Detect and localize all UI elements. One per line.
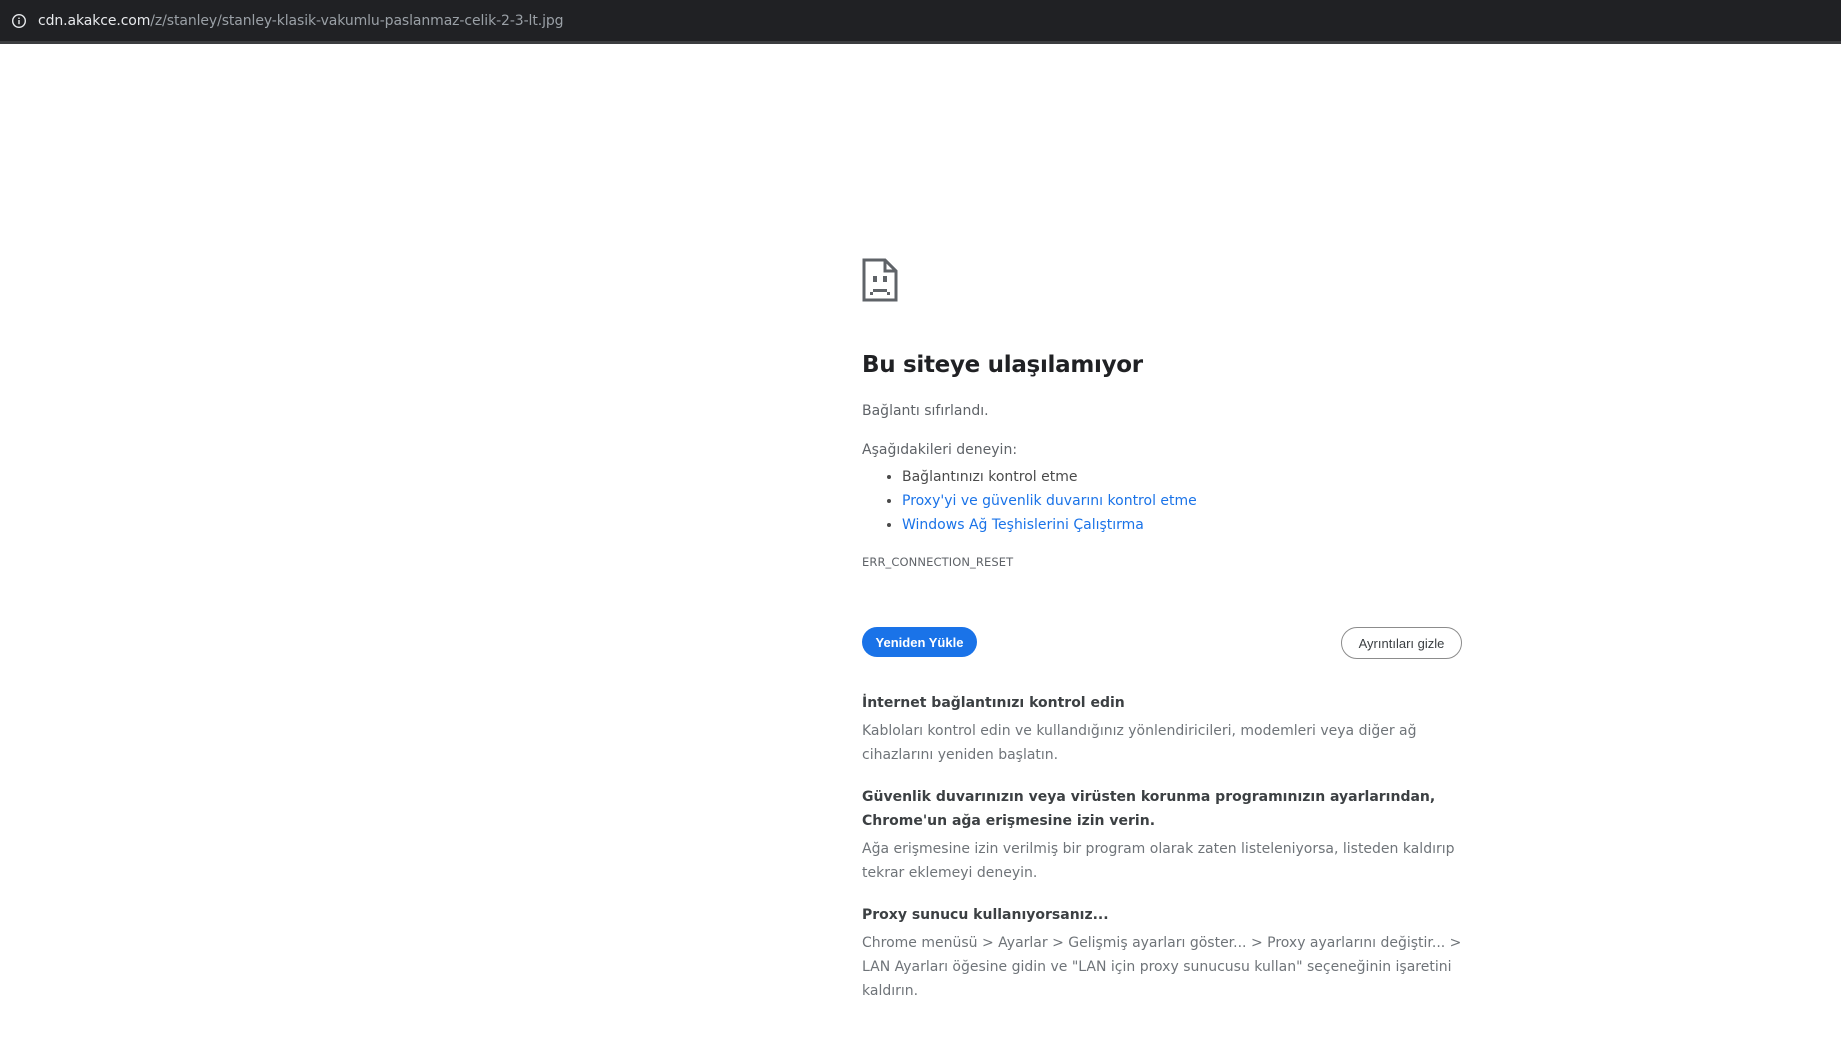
suggestions-heading: Aşağıdakileri deneyin: [862,442,1018,458]
page-title: Bu siteye ulaşılamıyor [862,352,1143,378]
details-section: İnternet bağlantınızı kontrol edin Kablo… [862,691,1462,1003]
url-path: /z/stanley/stanley-klasik-vakumlu-paslan… [150,12,564,29]
button-row: Yeniden Yükle Ayrıntıları gizle [862,627,1462,659]
suggestion-check-connection: Bağlantınızı kontrol etme [902,469,1078,485]
url-text[interactable]: cdn.akakce.com/z/stanley/stanley-klasik-… [38,12,564,29]
suggestion-item: Bağlantınızı kontrol etme [902,465,1462,489]
error-page: Bu siteye ulaşılamıyor Bağlantı sıfırlan… [862,258,1462,1003]
detail-block: Güvenlik duvarınızın veya virüsten korun… [862,785,1462,885]
detail-text: Chrome menüsü > Ayarlar > Gelişmiş ayarl… [862,935,1462,999]
suggestion-link-proxy-firewall[interactable]: Proxy'yi ve güvenlik duvarını kontrol et… [902,493,1197,509]
detail-text: Ağa erişmesine izin verilmiş bir program… [862,841,1455,881]
error-reason: Bağlantı sıfırlandı. [862,403,989,419]
hide-details-button[interactable]: Ayrıntıları gizle [1341,627,1462,659]
detail-title: Proxy sunucu kullanıyorsanız... [862,907,1109,923]
info-circle-icon[interactable] [0,1,38,41]
detail-block: İnternet bağlantınızı kontrol edin Kablo… [862,691,1462,767]
suggestions-list: Bağlantınızı kontrol etme Proxy'yi ve gü… [862,465,1462,537]
suggestion-item: Windows Ağ Teşhislerini Çalıştırma [902,513,1462,537]
reload-button[interactable]: Yeniden Yükle [862,627,977,657]
url-host: cdn.akakce.com [38,12,151,29]
suggestion-item: Proxy'yi ve güvenlik duvarını kontrol et… [902,489,1462,513]
detail-text: Kabloları kontrol edin ve kullandığınız … [862,723,1417,763]
detail-title: Güvenlik duvarınızın veya virüsten korun… [862,789,1436,829]
detail-block: Proxy sunucu kullanıyorsanız... Chrome m… [862,903,1462,1003]
error-code: ERR_CONNECTION_RESET [862,555,1014,569]
address-bar[interactable]: cdn.akakce.com/z/stanley/stanley-klasik-… [0,0,1841,44]
suggestion-link-network-diagnostics[interactable]: Windows Ağ Teşhislerini Çalıştırma [902,517,1144,533]
sad-page-icon [862,258,898,302]
detail-title: İnternet bağlantınızı kontrol edin [862,695,1125,711]
